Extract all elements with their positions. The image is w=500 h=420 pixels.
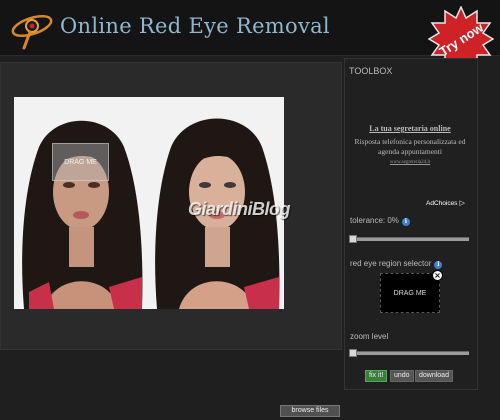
eye-logo-icon (11, 14, 53, 50)
fix-button[interactable]: fix it! (365, 370, 388, 382)
watermark-text: GiardiniBlog (188, 199, 291, 219)
browse-files-button[interactable]: browse files (280, 405, 340, 417)
undo-button[interactable]: undo (390, 370, 414, 382)
tolerance-slider-thumb[interactable] (349, 235, 357, 243)
adchoices-icon: ▷ (459, 200, 465, 207)
zoom-slider-thumb[interactable] (349, 349, 357, 357)
zoom-label: zoom level (350, 332, 389, 341)
info-icon[interactable]: i (434, 261, 443, 269)
ad-box[interactable]: La tua segretaria online Risposta telefo… (350, 120, 470, 208)
adchoices-label: AdChoices (426, 200, 458, 207)
info-icon[interactable]: i (401, 218, 410, 226)
zoom-slider[interactable] (349, 349, 469, 357)
tolerance-label: tolerance: 0% i (350, 216, 410, 226)
drag-selection-box[interactable]: DRAG ME (52, 143, 109, 181)
tolerance-label-text: tolerance: 0% (350, 216, 399, 225)
download-button[interactable]: download (415, 370, 453, 382)
app-title: Online Red Eye Removal (60, 14, 330, 38)
adchoices-link[interactable]: AdChoices ▷ (426, 199, 465, 207)
toolbox-title: TOOLBOX (349, 66, 393, 76)
ad-url-link[interactable]: www.segreteria24.it (350, 160, 470, 165)
tolerance-slider[interactable] (349, 235, 469, 243)
ad-body-text: Risposta telefonica personalizzata ed ag… (354, 137, 466, 156)
selector-label-text: red eye region selector (350, 259, 432, 268)
ad-title-link[interactable]: La tua segretaria online (350, 124, 470, 133)
close-icon[interactable]: × (432, 270, 443, 281)
original-photo (14, 97, 149, 309)
red-eye-selector-box[interactable]: DRAG ME (380, 273, 440, 313)
selector-label: red eye region selector i (350, 259, 443, 269)
